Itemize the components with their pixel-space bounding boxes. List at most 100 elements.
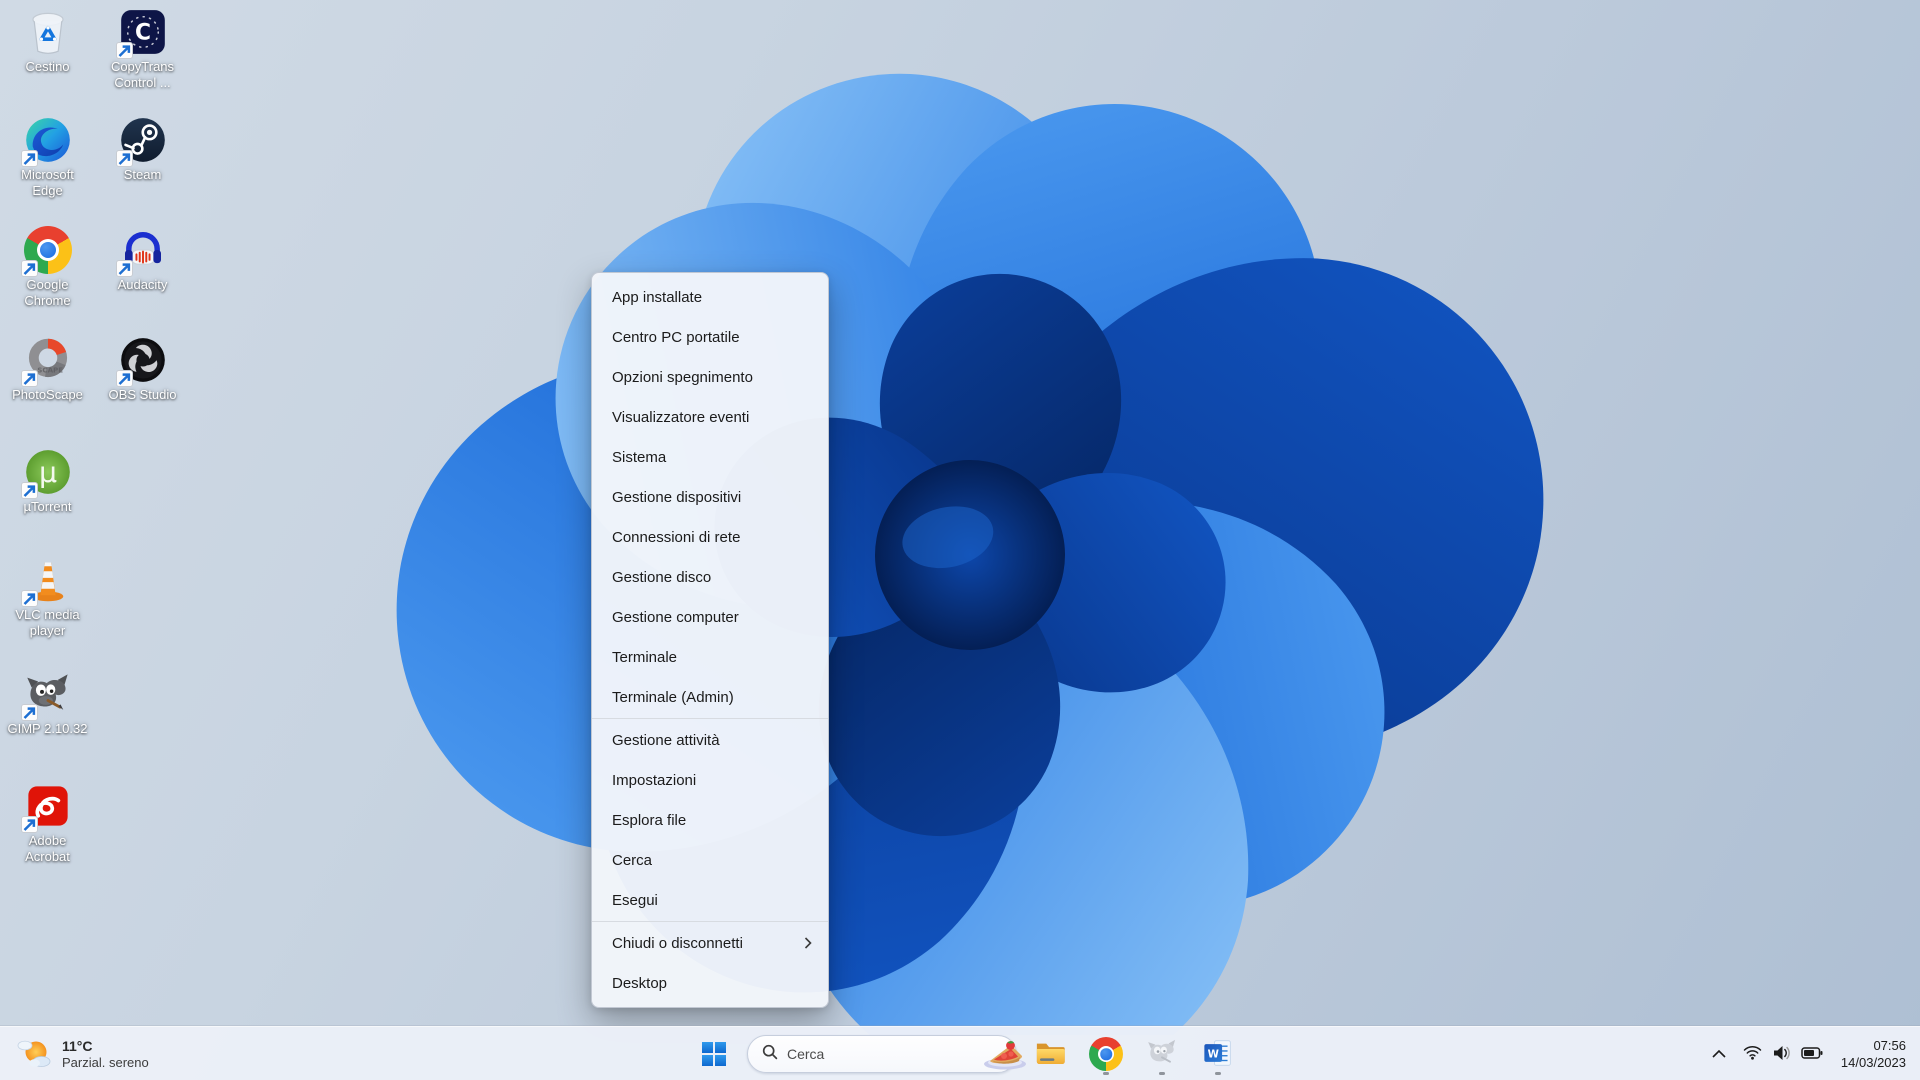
menu-item-label: Desktop xyxy=(612,974,668,992)
menu-item-label: Opzioni spegnimento xyxy=(612,368,753,386)
menu-item-label: Gestione disco xyxy=(612,568,712,586)
strawberry-pie-image xyxy=(977,1037,1031,1071)
menu-item-gestione-computer[interactable]: Gestione computer xyxy=(592,597,828,637)
desktop-icon-gimp[interactable]: GIMP 2.10.32 xyxy=(0,670,95,737)
menu-item-app-installate[interactable]: App installate xyxy=(592,277,828,317)
menu-item-gestione-disco[interactable]: Gestione disco xyxy=(592,557,828,597)
desktop-icon-audacity[interactable]: Audacity xyxy=(95,226,190,293)
menu-item-label: Centro PC portatile xyxy=(612,328,740,346)
desktop-icon-obs-studio[interactable]: OBS Studio xyxy=(95,336,190,403)
desktop-icon-adobe-acrobat[interactable]: Adobe Acrobat xyxy=(0,782,95,865)
menu-item-label: Terminale (Admin) xyxy=(612,688,734,706)
menu-item-centro-pc-portatile[interactable]: Centro PC portatile xyxy=(592,317,828,357)
taskbar-search[interactable] xyxy=(747,1035,1026,1073)
menu-item-gestione-attivita[interactable]: Gestione attività xyxy=(592,720,828,760)
menu-item-label: Chiudi o disconnetti xyxy=(612,934,743,952)
menu-item-connessioni-di-rete[interactable]: Connessioni di rete xyxy=(592,517,828,557)
running-indicator xyxy=(1103,1072,1109,1075)
menu-separator xyxy=(592,718,828,719)
desktop-icon-photoscape[interactable]: SCAPE PhotoScape xyxy=(0,336,95,403)
search-icon xyxy=(762,1044,778,1065)
desktop-icon-microsoft-edge[interactable]: Microsoft Edge xyxy=(0,116,95,199)
wifi-icon xyxy=(1743,1045,1762,1063)
menu-item-terminale-admin[interactable]: Terminale (Admin) xyxy=(592,677,828,717)
menu-item-terminale[interactable]: Terminale xyxy=(592,637,828,677)
obs-icon xyxy=(115,336,167,387)
vlc-cone-icon xyxy=(20,556,72,607)
shortcut-arrow-icon xyxy=(20,816,38,833)
desktop-icon-label: Google Chrome xyxy=(24,277,71,308)
taskbar-tray: 07:56 14/03/2023 xyxy=(1703,1029,1916,1079)
desktop-icon-google-chrome[interactable]: Google Chrome xyxy=(0,226,95,309)
desktop-icon-steam[interactable]: Steam xyxy=(95,116,190,183)
taskbar-word[interactable]: W xyxy=(1195,1031,1241,1077)
chevron-up-icon xyxy=(1711,1047,1727,1062)
desktop-icon-label: Cestino xyxy=(25,59,70,74)
menu-item-cerca[interactable]: Cerca xyxy=(592,840,828,880)
menu-item-gestione-dispositivi[interactable]: Gestione dispositivi xyxy=(592,477,828,517)
desktop-icon-label: Adobe Acrobat xyxy=(25,833,70,864)
shortcut-arrow-icon xyxy=(115,42,133,59)
menu-item-label: Connessioni di rete xyxy=(612,528,741,546)
taskbar-gimp[interactable] xyxy=(1139,1031,1185,1077)
menu-item-label: App installate xyxy=(612,288,703,306)
clock-date: 14/03/2023 xyxy=(1840,1055,1906,1070)
taskbar: 11°C Parzial. sereno Cerca W 07:56 14/03… xyxy=(0,1026,1920,1080)
desktop-icon-label: GIMP 2.10.32 xyxy=(7,721,88,736)
sun-clouds-icon xyxy=(14,1033,54,1076)
weather-widget[interactable]: 11°C Parzial. sereno xyxy=(4,1029,159,1079)
desktop-icon-label: Microsoft Edge xyxy=(21,167,74,198)
menu-item-desktop[interactable]: Desktop xyxy=(592,963,828,1003)
acrobat-icon xyxy=(20,782,72,833)
chrome-icon xyxy=(1089,1037,1123,1071)
menu-item-label: Esegui xyxy=(612,891,658,909)
gimp-wilber-icon xyxy=(1146,1037,1178,1072)
tray-status-group[interactable] xyxy=(1735,1034,1831,1074)
shortcut-arrow-icon xyxy=(115,370,133,387)
volume-icon xyxy=(1772,1045,1791,1064)
menu-item-chiudi-o-disconnetti[interactable]: Chiudi o disconnetti xyxy=(592,923,828,963)
shortcut-arrow-icon xyxy=(20,260,38,277)
tray-clock[interactable]: 07:56 14/03/2023 xyxy=(1831,1032,1916,1076)
audacity-icon xyxy=(115,226,167,277)
taskbar-chrome[interactable] xyxy=(1083,1031,1129,1077)
word-icon: W xyxy=(1203,1038,1233,1071)
battery-icon xyxy=(1801,1046,1823,1063)
desktop-icon-copytrans-control[interactable]: C CopyTrans Control ... xyxy=(95,8,190,91)
steam-icon xyxy=(115,116,167,167)
desktop-icon-label: CopyTrans Control ... xyxy=(110,59,175,90)
search-input[interactable] xyxy=(787,1046,968,1062)
desktop-wallpaper: Cestino C CopyTrans Control ... Microsof xyxy=(0,0,1920,1080)
shortcut-arrow-icon xyxy=(20,704,38,721)
desktop-icon-utorrent[interactable]: µ µTorrent xyxy=(0,448,95,515)
menu-item-sistema[interactable]: Sistema xyxy=(592,437,828,477)
chevron-right-icon xyxy=(804,937,812,949)
menu-item-esplora-file[interactable]: Esplora file xyxy=(592,800,828,840)
taskbar-file-explorer[interactable] xyxy=(1027,1031,1073,1077)
menu-item-label: Cerca xyxy=(612,851,653,869)
menu-item-label: Impostazioni xyxy=(612,771,697,789)
desktop-icon-label: VLC media player xyxy=(15,607,80,638)
menu-item-visualizzatore-eventi[interactable]: Visualizzatore eventi xyxy=(592,397,828,437)
menu-item-label: Sistema xyxy=(612,448,667,466)
winx-context-menu: App installate Centro PC portatile Opzio… xyxy=(591,272,829,1008)
bloom-wallpaper-art xyxy=(367,35,1573,1035)
svg-text:C: C xyxy=(135,21,151,46)
menu-item-label: Gestione attività xyxy=(612,731,720,749)
clock-time: 07:56 xyxy=(1873,1038,1906,1053)
running-indicator xyxy=(1215,1072,1221,1075)
menu-item-esegui[interactable]: Esegui xyxy=(592,880,828,920)
menu-item-opzioni-spegnimento[interactable]: Opzioni spegnimento xyxy=(592,357,828,397)
desktop-icon-vlc[interactable]: VLC media player xyxy=(0,556,95,639)
recycle-bin-icon xyxy=(24,8,72,56)
file-explorer-icon xyxy=(1035,1040,1065,1069)
tray-chevron-up-button[interactable] xyxy=(1703,1034,1735,1074)
menu-item-label: Gestione dispositivi xyxy=(612,488,742,506)
start-button[interactable] xyxy=(691,1031,737,1077)
running-indicator xyxy=(1159,1072,1165,1075)
windows-logo-icon xyxy=(702,1042,726,1066)
desktop-icon-recycle-bin[interactable]: Cestino xyxy=(0,8,95,75)
shortcut-arrow-icon xyxy=(115,260,133,277)
gimp-wilber-icon xyxy=(20,670,72,721)
menu-item-impostazioni[interactable]: Impostazioni xyxy=(592,760,828,800)
